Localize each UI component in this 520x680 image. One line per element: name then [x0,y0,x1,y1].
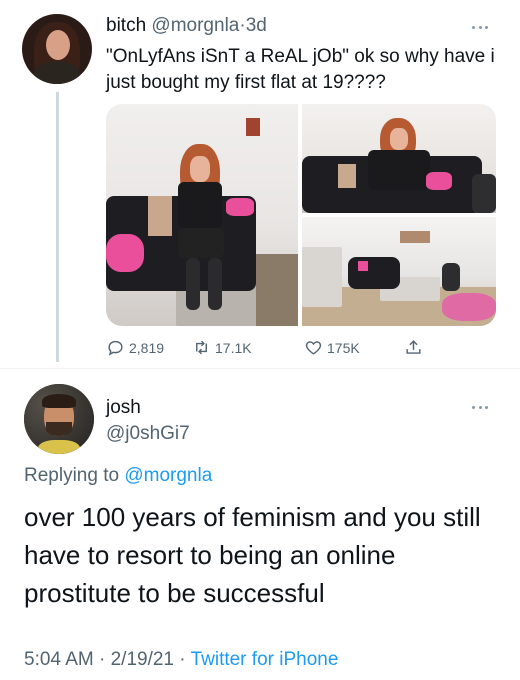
avatar-shirt [38,440,80,454]
mention-link[interactable]: @morgnla [124,465,212,486]
avatar[interactable] [22,14,92,84]
pink-chair [442,293,496,321]
share-icon [406,340,421,354]
like-icon [305,341,322,355]
reply-button[interactable]: 2,819 [106,338,164,357]
retweet-count: 17.1K [215,339,252,356]
more-icon[interactable] [472,22,488,32]
tweet-time[interactable]: 5:04 AM [24,649,94,670]
tweet-text: "OnLyfAns iSnT a ReAL jOb" ok so why hav… [106,46,495,93]
divider [0,368,520,369]
pillow-print [338,164,356,188]
person-top [368,150,430,190]
avatar-body [34,62,80,84]
person-top [178,182,222,228]
share-button[interactable] [404,338,427,357]
meta-separator: · [179,649,186,670]
photo-2[interactable] [302,104,496,213]
replying-prefix: Replying to [24,465,120,486]
avatar-face [46,30,70,60]
avatar-hair [42,394,76,408]
tweet-age[interactable]: 3d [246,15,267,36]
author-handle[interactable]: @j0shGi7 [106,422,190,446]
avatar[interactable] [24,384,94,454]
like-count: 175K [327,339,360,356]
person-face [190,156,210,182]
meta-separator: · [99,649,106,670]
retweet-icon [196,340,207,355]
person-shorts [178,228,224,258]
sofa-shape [348,257,400,289]
thread-line [56,92,59,362]
shelf-shape [256,254,298,326]
photo-3[interactable] [302,217,496,326]
author-handle[interactable]: @morgnla [151,15,239,36]
media-grid [106,104,496,326]
action-bar: 2,819 17.1K 175K [106,338,436,360]
pink-cushion [226,198,254,216]
pink-cushion [426,172,452,190]
pink-pillow [358,261,368,271]
wall-decor [246,118,260,136]
reply-text: over 100 years of feminism and you still… [24,502,481,608]
like-button[interactable]: 175K [304,338,360,357]
tweet-source[interactable]: Twitter for iPhone [191,649,339,670]
pillow-print [148,196,172,236]
original-tweet[interactable]: bitch @morgnla·3d "OnLyfAns iSnT a ReAL … [0,0,520,370]
author-name[interactable]: josh [106,396,141,420]
reply-icon [108,340,123,356]
side-table [472,174,496,213]
retweet-button[interactable]: 17.1K [192,338,252,357]
replying-to: Replying to @morgnla [24,464,212,488]
photo-1[interactable] [106,104,298,326]
shelf-shape [302,247,342,307]
reply-count: 2,819 [129,339,165,356]
author-name[interactable]: bitch [106,15,146,36]
tweet-meta: 5:04 AM · 2/19/21 · Twitter for iPhone [24,648,338,672]
pink-pillow [106,234,144,272]
person-leg-right [208,258,222,310]
more-icon[interactable] [472,402,488,412]
person-leg-left [186,258,200,310]
tweet-date[interactable]: 2/19/21 [111,649,174,670]
tv-stand [442,263,460,291]
person-face [390,128,408,150]
wall-art [400,231,430,243]
avatar-beard [46,422,72,436]
tweet-header: bitch @morgnla·3d [106,14,267,38]
